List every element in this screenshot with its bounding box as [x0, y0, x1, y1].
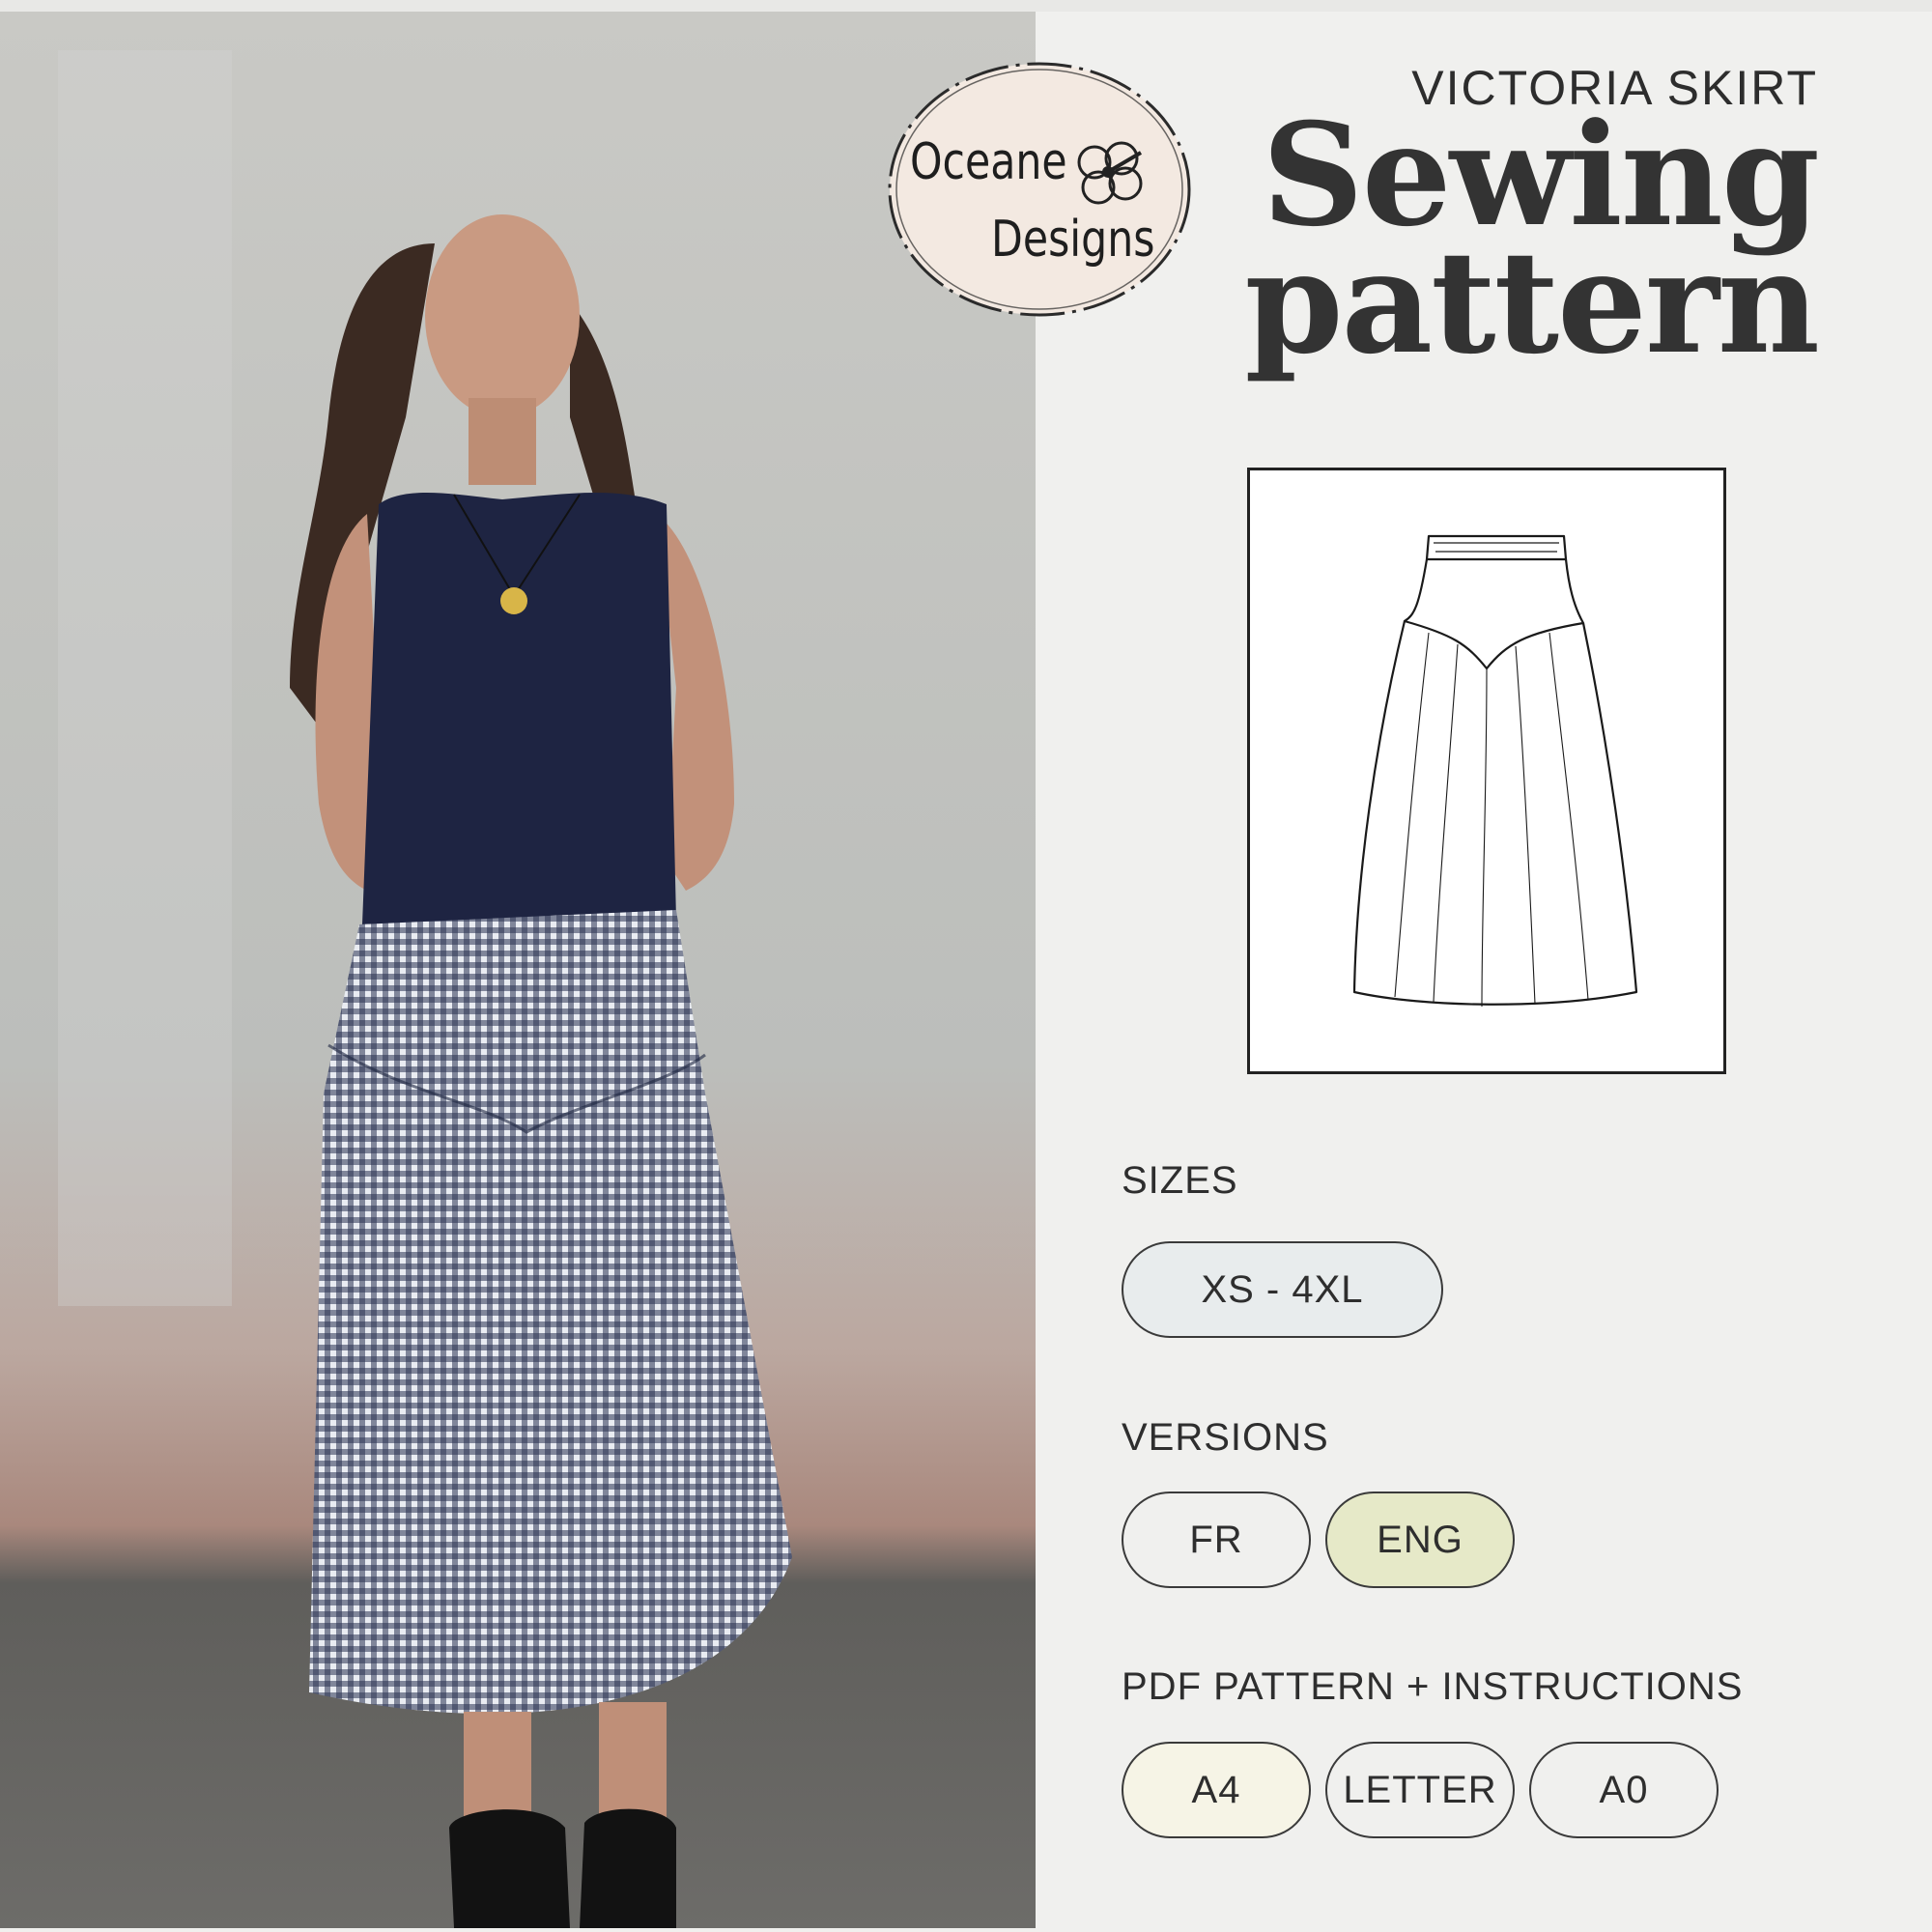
format-a0-text: A0 [1599, 1768, 1649, 1811]
version-fr-pill[interactable]: FR [1122, 1492, 1311, 1588]
page-title: Sewing pattern [1244, 105, 1820, 385]
model-photo [0, 12, 1036, 1928]
skirt-technical-drawing [1247, 468, 1726, 1074]
size-range-pill[interactable]: XS - 4XL [1122, 1241, 1443, 1338]
formats-label: PDF PATTERN + INSTRUCTIONS [1122, 1665, 1744, 1708]
brand-line-1: Oceane [910, 133, 1067, 191]
format-a4-pill[interactable]: A4 [1122, 1742, 1311, 1838]
format-letter-pill[interactable]: LETTER [1325, 1742, 1515, 1838]
version-eng-pill[interactable]: ENG [1325, 1492, 1515, 1588]
versions-label: VERSIONS [1122, 1416, 1329, 1459]
format-letter-text: LETTER [1343, 1768, 1497, 1811]
format-a0-pill[interactable]: A0 [1529, 1742, 1719, 1838]
version-eng-text: ENG [1377, 1518, 1463, 1561]
brand-line-2: Designs [991, 211, 1155, 269]
format-a4-text: A4 [1191, 1768, 1241, 1811]
top-strip [0, 0, 1932, 12]
sizes-label: SIZES [1122, 1159, 1238, 1202]
title-line-2: pattern [1244, 220, 1820, 385]
version-fr-text: FR [1189, 1518, 1243, 1561]
size-range-text: XS - 4XL [1201, 1267, 1364, 1311]
